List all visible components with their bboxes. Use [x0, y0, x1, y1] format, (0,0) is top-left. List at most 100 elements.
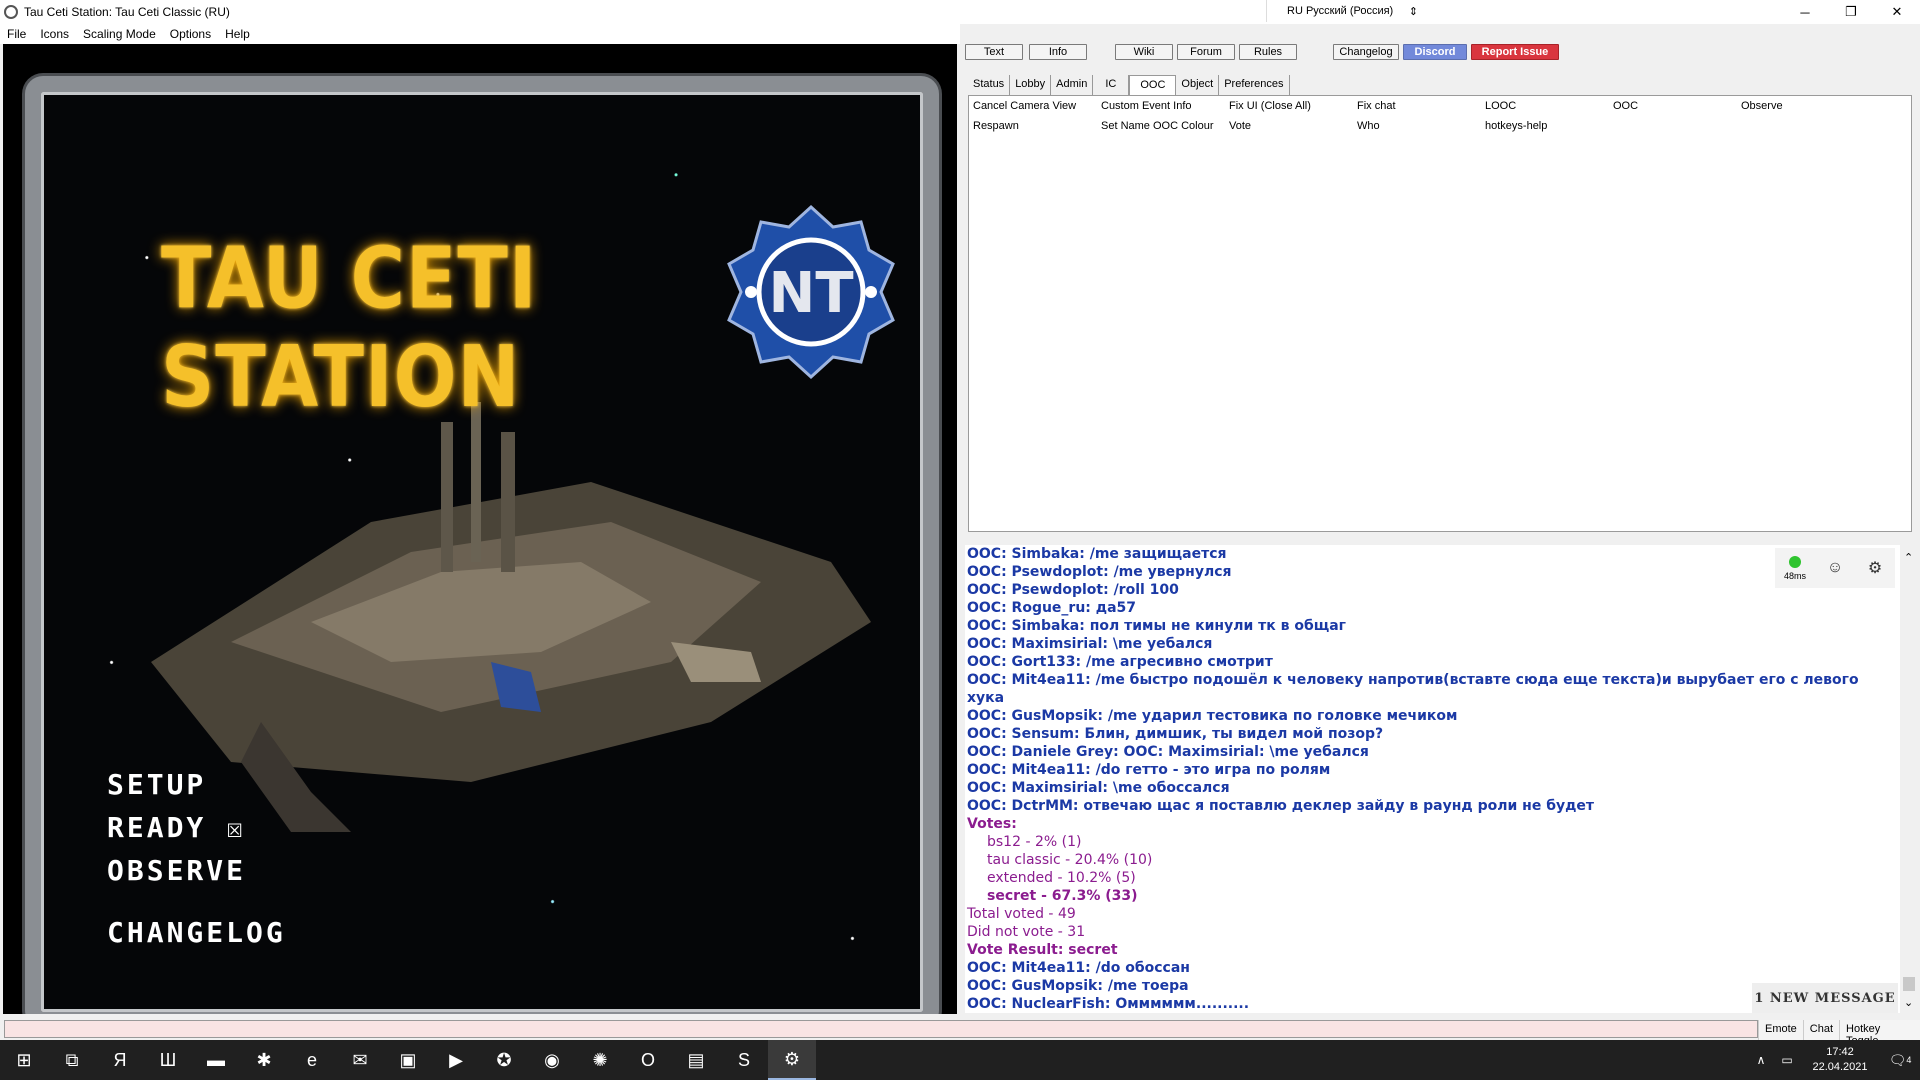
verb-fix-ui-close-all[interactable]: Fix UI (Close All) [1229, 100, 1357, 120]
app-icon [4, 5, 18, 19]
chat-message: OOC: Psewdoplot: /roll 100 [967, 582, 1179, 598]
tab-ic[interactable]: IC [1093, 75, 1130, 95]
chat-message: OOC: Rogue_ru: да57 [967, 600, 1137, 616]
logo-text: NT [768, 261, 853, 326]
chat-message: OOC: Daniele Grey: OOC: Maximsirial: \me… [967, 744, 1369, 760]
chat-message: OOC: Simbaka: /me защищается [967, 546, 1227, 562]
store-icon[interactable]: ▣ [384, 1040, 432, 1080]
changelog-top-button[interactable]: Changelog [1333, 44, 1399, 60]
verb-grid: Cancel Camera View Custom Event Info Fix U… [973, 100, 1869, 140]
bottom-button-bar: Emote Chat Hotkey Toggle [1758, 1020, 1920, 1047]
chat-message: bs12 - 2% (1) [987, 834, 1082, 850]
status-dot-icon [1789, 555, 1801, 568]
tab-lobby[interactable]: Lobby [1010, 75, 1052, 95]
scroll-down-icon[interactable]: ⌄ [1904, 996, 1913, 1009]
green-app-icon[interactable]: ✱ [240, 1040, 288, 1080]
chat-message: OOC: GusMopsik: /me ударил тестовика по … [967, 708, 1458, 724]
verb-observe[interactable]: Observe [1741, 100, 1869, 120]
smiley-icon[interactable]: ☺ [1815, 559, 1855, 577]
chat-message: OOC: Gort133: /me агресивно смотрит [967, 654, 1273, 670]
text-button[interactable]: Text [965, 44, 1023, 60]
network-icon[interactable]: ▭ [1774, 1040, 1800, 1080]
task-view-icon[interactable]: ⧉ [48, 1040, 96, 1080]
new-message-button[interactable]: 1 NEW MESSAGE [1752, 983, 1898, 1013]
verb-looc[interactable]: LOOC [1485, 100, 1613, 120]
chat-message: Did not vote - 31 [967, 924, 1086, 940]
tab-object[interactable]: Object [1176, 75, 1220, 95]
maximize-button[interactable]: ❐ [1828, 0, 1874, 24]
tab-preferences[interactable]: Preferences [1219, 75, 1290, 95]
command-input[interactable] [4, 1020, 1758, 1038]
windows-start-icon[interactable]: ⊞ [0, 1040, 48, 1080]
title-bar: Tau Ceti Station: Tau Ceti Classic (RU) [0, 0, 1920, 24]
system-tray: ∧ ▭ 17:42 22.04.2021 🗨 4 [1748, 1040, 1920, 1080]
clock[interactable]: 17:42 22.04.2021 [1800, 1045, 1880, 1075]
verb-panel: Cancel Camera View Custom Event Info Fix U… [968, 95, 1912, 532]
language-selector[interactable]: RU Русский (Россия) ⇕ [1266, 0, 1428, 22]
chat-message: Total voted - 49 [967, 906, 1076, 922]
verb-fix-chat[interactable]: Fix chat [1357, 100, 1485, 120]
zoom-icon[interactable]: ▶ [432, 1040, 480, 1080]
observe-button[interactable]: OBSERVE [107, 854, 286, 897]
byond-icon[interactable]: ✺ [576, 1040, 624, 1080]
window-controls: ─ ❐ ✕ [1782, 0, 1920, 24]
skype-icon[interactable]: S [720, 1040, 768, 1080]
window-app-icon[interactable]: ▤ [672, 1040, 720, 1080]
clock-time: 17:42 [1826, 1046, 1854, 1058]
chat-message: OOC: Simbaka: пол тимы не кинули тк в об… [967, 618, 1346, 634]
verb-set-name-ooc-colour[interactable]: Set Name OOC Colour [1101, 120, 1229, 140]
file-explorer-icon[interactable]: ▬ [192, 1040, 240, 1080]
opera-icon[interactable]: O [624, 1040, 672, 1080]
verb-respawn[interactable]: Respawn [973, 120, 1101, 140]
chat-message: OOC: Sensum: Блин, димшик, ты видел мой … [967, 726, 1384, 742]
steam-icon[interactable]: ◉ [528, 1040, 576, 1080]
verb-vote[interactable]: Vote [1229, 120, 1357, 140]
menu-icons[interactable]: Icons [33, 27, 76, 41]
verb-who[interactable]: Who [1357, 120, 1485, 140]
setup-button[interactable]: SETUP [107, 768, 286, 811]
rules-button[interactable]: Rules [1239, 44, 1297, 60]
minimize-button[interactable]: ─ [1782, 0, 1828, 24]
ready-toggle[interactable]: READY ☒ [107, 811, 286, 854]
chat-toolbar: 48ms ☺ ⚙ [1775, 548, 1895, 588]
chat-message: OOC: DctrMM: отвечаю щас я поставлю декл… [967, 798, 1595, 814]
verb-custom-event-info[interactable]: Custom Event Info [1101, 100, 1229, 120]
chat-scrollbar[interactable]: ⌃ ⌄ [1900, 545, 1918, 1013]
tab-status[interactable]: Status [968, 75, 1011, 95]
game-map-view[interactable]: TAU CETI STATION NT SETUP READY ☒ OBSERV… [3, 44, 957, 1014]
forum-button[interactable]: Forum [1177, 44, 1235, 60]
report-issue-button[interactable]: Report Issue [1471, 44, 1559, 60]
verb-ooc[interactable]: OOC [1613, 100, 1741, 120]
chat-button[interactable]: Chat [1802, 1020, 1840, 1040]
info-button[interactable]: Info [1029, 44, 1087, 60]
wiki-button[interactable]: Wiki [1115, 44, 1173, 60]
discord-button[interactable]: Discord [1403, 44, 1467, 60]
dreamseeker-icon[interactable]: ⚙ [768, 1040, 816, 1080]
gear-icon[interactable]: ⚙ [1855, 558, 1895, 578]
tray-chevron-icon[interactable]: ∧ [1748, 1040, 1774, 1080]
menu-options[interactable]: Options [163, 27, 218, 41]
discord-like-icon[interactable]: ✪ [480, 1040, 528, 1080]
mail-icon[interactable]: ✉ [336, 1040, 384, 1080]
verb-hotkeys-help[interactable]: hotkeys-help [1485, 120, 1613, 140]
tab-admin[interactable]: Admin [1051, 75, 1094, 95]
nanotrasen-logo: NT [727, 204, 895, 380]
language-label: RU Русский (Россия) [1287, 5, 1394, 17]
edge-icon[interactable]: e [288, 1040, 336, 1080]
menu-help[interactable]: Help [218, 27, 257, 41]
tab-ooc[interactable]: OOC [1129, 75, 1177, 95]
chat-message: OOC: Maximsirial: \me обоссался [967, 780, 1230, 796]
menu-scaling-mode[interactable]: Scaling Mode [76, 27, 163, 41]
red-app-icon[interactable]: Ш [144, 1040, 192, 1080]
hotkey-toggle-button[interactable]: Hotkey Toggle [1839, 1020, 1920, 1047]
close-button[interactable]: ✕ [1874, 0, 1920, 24]
emote-button[interactable]: Emote [1758, 1020, 1803, 1040]
scroll-up-icon[interactable]: ⌃ [1904, 551, 1913, 564]
menu-file[interactable]: File [0, 27, 33, 41]
yandex-browser-icon[interactable]: Я [96, 1040, 144, 1080]
notification-icon[interactable]: 🗨 4 [1880, 1040, 1920, 1080]
menu-bar: File Icons Scaling Mode Options Help [0, 24, 960, 44]
scroll-thumb[interactable] [1903, 977, 1915, 991]
changelog-button[interactable]: CHANGELOG [107, 897, 286, 959]
verb-cancel-camera-view[interactable]: Cancel Camera View [973, 100, 1101, 120]
